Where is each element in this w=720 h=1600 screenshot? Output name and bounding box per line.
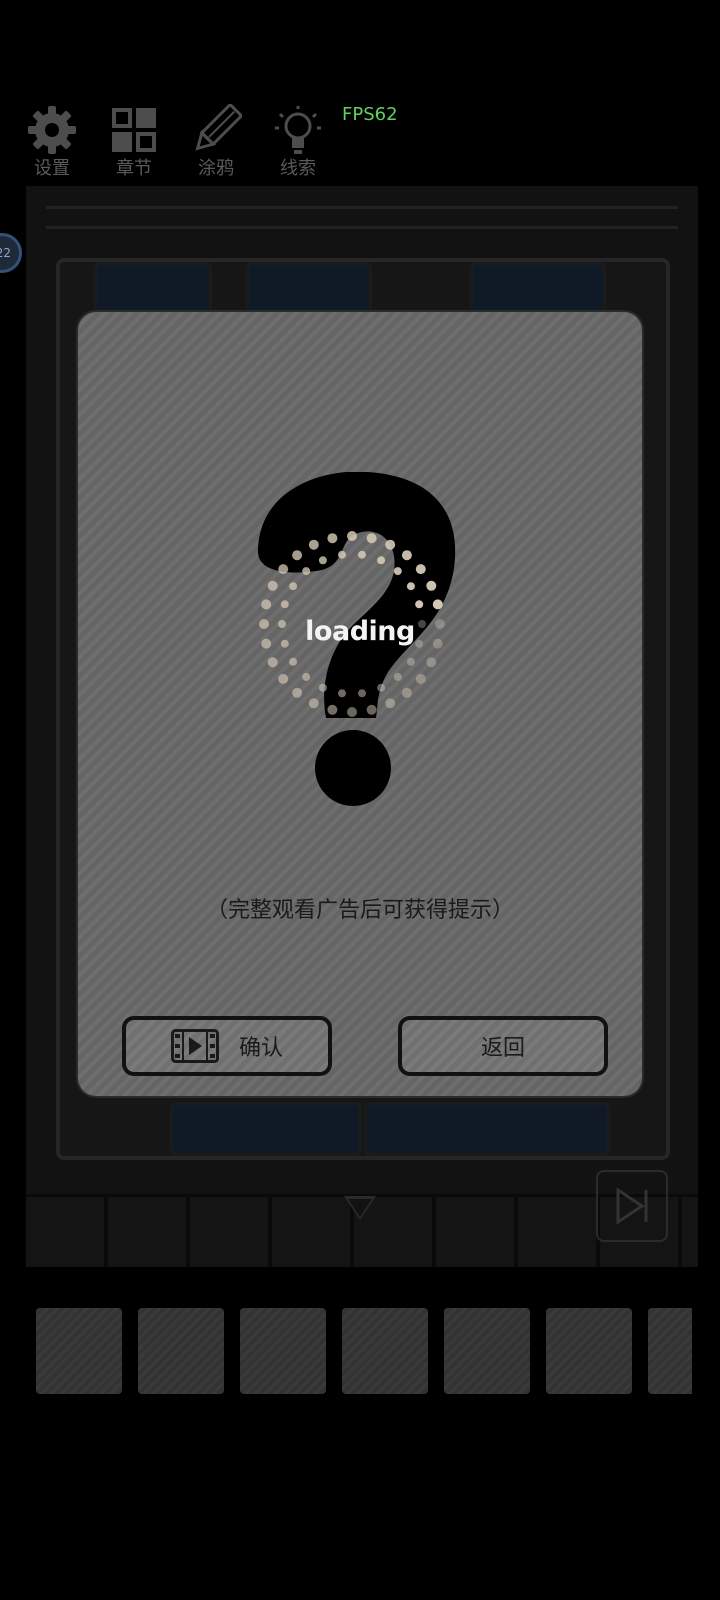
loading-dot xyxy=(327,533,338,544)
loading-dot xyxy=(327,704,338,715)
chapters-button[interactable]: 章节 xyxy=(106,104,162,184)
loading-dot xyxy=(302,567,311,576)
loading-dot xyxy=(358,550,366,559)
loading-dot xyxy=(302,672,311,681)
loading-dot xyxy=(261,599,272,610)
loading-dot xyxy=(338,689,346,698)
loading-dot xyxy=(278,673,289,684)
confirm-button[interactable]: 确认 xyxy=(122,1016,332,1076)
pencil-icon xyxy=(190,104,242,156)
inventory-slot[interactable] xyxy=(138,1308,224,1394)
loading-dot xyxy=(415,600,424,609)
hint-dialog: loading （完整观看广告后可获得提示） 确认 返回 xyxy=(78,312,642,1096)
loading-dot xyxy=(308,539,319,550)
loading-dot xyxy=(289,582,298,591)
scene-panel xyxy=(170,1102,362,1156)
clues-label: 线索 xyxy=(280,158,316,179)
loading-dot xyxy=(377,683,386,692)
inventory-slot[interactable] xyxy=(342,1308,428,1394)
loading-dot xyxy=(406,582,415,591)
loading-dot xyxy=(318,683,327,692)
gear-icon xyxy=(26,104,78,156)
loading-dot xyxy=(377,556,386,565)
loading-dot xyxy=(385,698,396,709)
chapters-label: 章节 xyxy=(116,158,152,179)
loading-dot xyxy=(338,550,346,559)
loading-dot xyxy=(289,657,298,666)
scene-wall-line xyxy=(46,226,678,229)
hint-message: （完整观看广告后可获得提示） xyxy=(205,898,514,923)
level-badge[interactable]: 22 xyxy=(0,233,22,273)
loading-dot xyxy=(406,657,415,666)
lightbulb-icon xyxy=(272,104,324,156)
top-toolbar: 设置 章节 涂鸦 线索 xyxy=(24,104,326,184)
scene-wall-line xyxy=(46,206,678,209)
loading-dot xyxy=(280,600,289,609)
loading-dot xyxy=(267,580,278,591)
settings-label: 设置 xyxy=(34,158,70,179)
loading-dot xyxy=(401,687,412,698)
back-label: 返回 xyxy=(480,1036,525,1061)
inventory-slot[interactable] xyxy=(648,1308,692,1394)
loading-dot xyxy=(366,533,377,544)
scene-panel xyxy=(470,262,606,318)
inventory-slot[interactable] xyxy=(444,1308,530,1394)
chapters-grid-icon xyxy=(108,104,160,156)
confirm-label: 确认 xyxy=(238,1036,283,1061)
loading-dot xyxy=(267,657,278,668)
scene-panel xyxy=(364,1102,610,1156)
fps-counter: FPS62 xyxy=(342,104,398,125)
loading-dot xyxy=(347,707,357,717)
inventory-slot[interactable] xyxy=(240,1308,326,1394)
doodle-button[interactable]: 涂鸦 xyxy=(188,104,244,184)
loading-dot xyxy=(366,704,377,715)
scene-panel xyxy=(246,262,372,318)
loading-dot xyxy=(426,657,437,668)
inventory-bar xyxy=(36,1308,692,1394)
down-arrow-icon[interactable] xyxy=(344,1196,376,1220)
loading-dot xyxy=(292,687,303,698)
skip-forward-icon xyxy=(616,1187,648,1225)
loading-dot xyxy=(358,689,366,698)
back-button[interactable]: 返回 xyxy=(398,1016,608,1076)
loading-dot xyxy=(415,564,426,575)
skip-button[interactable] xyxy=(596,1170,668,1242)
loading-dot xyxy=(426,580,437,591)
loading-dot xyxy=(385,539,396,550)
question-mark-icon xyxy=(258,472,456,806)
loading-dot xyxy=(432,599,443,610)
inventory-slot[interactable] xyxy=(36,1308,122,1394)
loading-dot xyxy=(415,673,426,684)
clues-button[interactable]: 线索 xyxy=(270,104,326,184)
loading-dot xyxy=(393,567,402,576)
scene-panel xyxy=(94,262,212,318)
inventory-slot[interactable] xyxy=(546,1308,632,1394)
doodle-label: 涂鸦 xyxy=(198,158,234,179)
loading-dot xyxy=(308,698,319,709)
settings-button[interactable]: 设置 xyxy=(24,104,80,184)
video-film-icon xyxy=(170,1029,219,1063)
loading-dot xyxy=(401,550,412,561)
loading-label: loading xyxy=(305,616,415,647)
loading-dot xyxy=(393,672,402,681)
loading-dot xyxy=(347,531,357,541)
loading-dot xyxy=(318,556,327,565)
loading-dot xyxy=(278,564,289,575)
loading-dot xyxy=(292,550,303,561)
game-screen: 设置 章节 涂鸦 线索 FPS62 2 loading （完整观看广告后可获得提… xyxy=(0,0,720,1600)
